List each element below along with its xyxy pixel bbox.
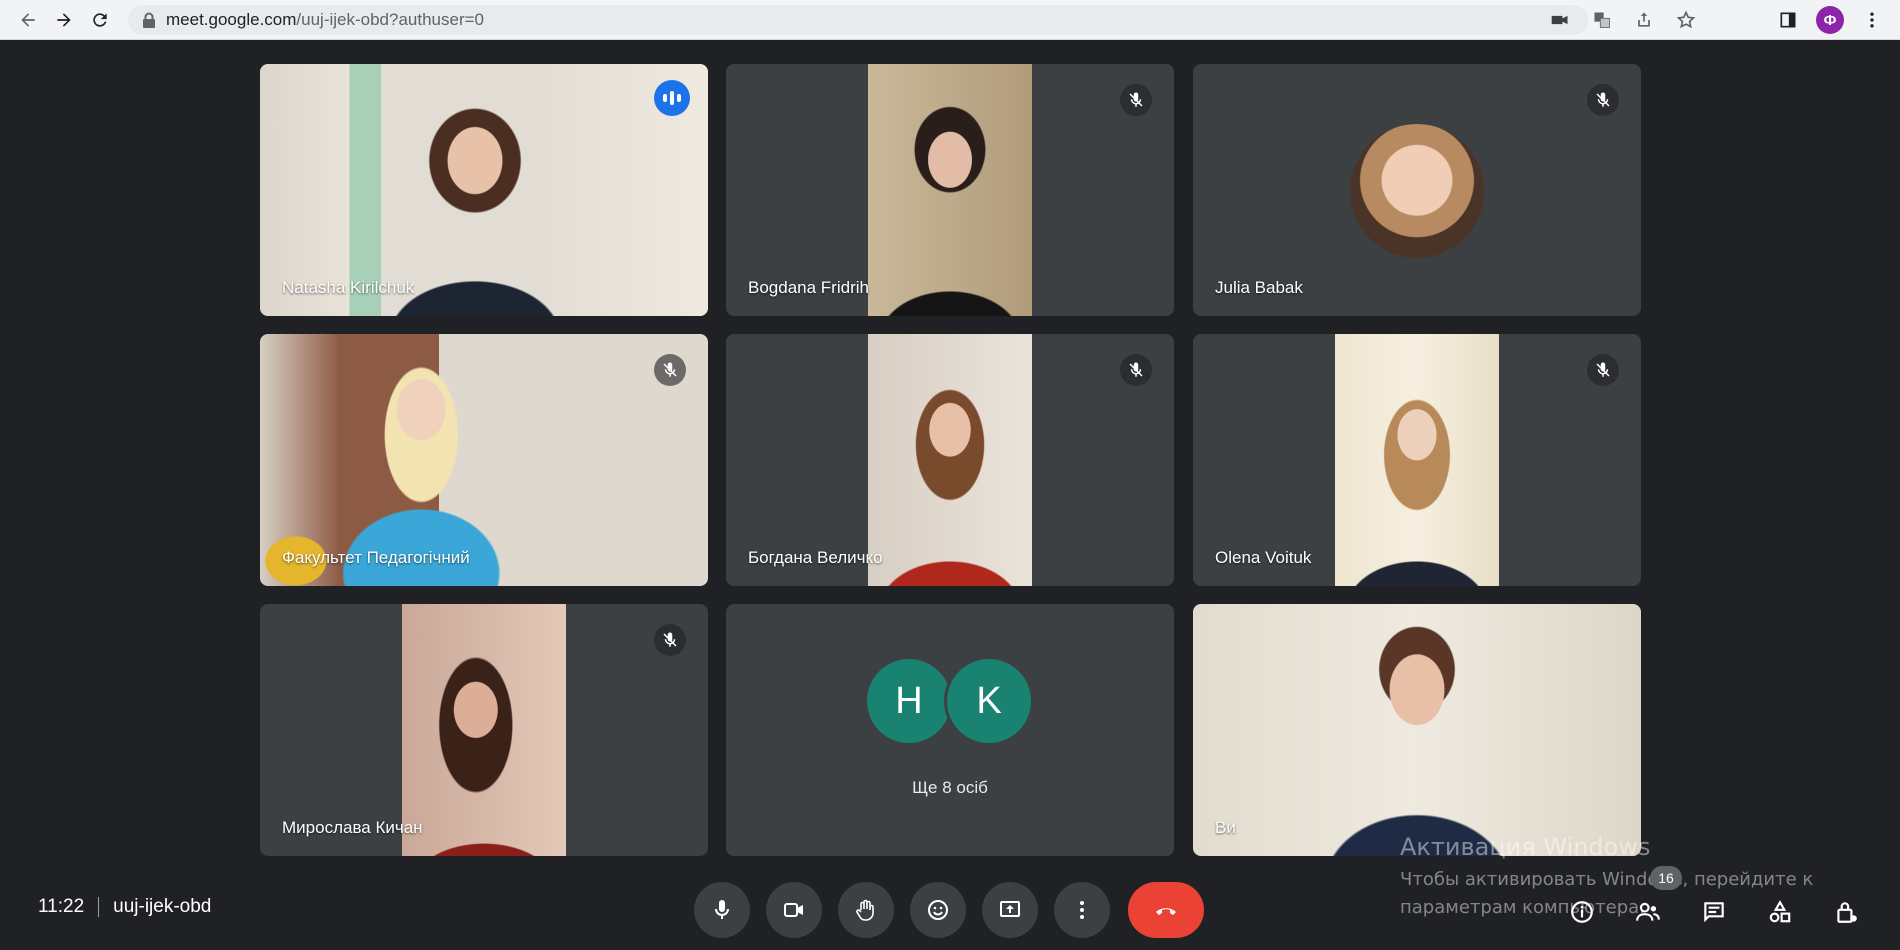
url-path: /uuj-ijek-obd?authuser=0: [296, 9, 485, 29]
windows-activation-line1: Чтобы активировать Windows, перейдите к: [1400, 869, 1814, 890]
leave-call-button[interactable]: [1128, 882, 1204, 938]
more-vert-icon: [1080, 901, 1084, 919]
participants-count-badge: 16: [1650, 866, 1682, 890]
microphone-icon: [715, 900, 729, 919]
lock-icon: [143, 12, 155, 28]
profile-avatar[interactable]: Ф: [1816, 6, 1844, 34]
translate-icon[interactable]: [1588, 4, 1616, 36]
self-view-tile[interactable]: Ви: [1193, 604, 1641, 856]
meeting-details: 11:22 uuj-ijek-obd: [38, 896, 211, 918]
bookmark-star-icon[interactable]: [1672, 4, 1700, 36]
address-bar[interactable]: meet.google.com/uuj-ijek-obd?authuser=0: [128, 4, 1588, 35]
mic-off-icon: [654, 354, 686, 386]
participant-avatar-k: K: [944, 656, 1034, 746]
participant-name: Natasha Kirilchuk: [282, 278, 415, 297]
forward-icon[interactable]: [46, 4, 82, 36]
separator: [98, 897, 100, 917]
self-video: [1193, 604, 1641, 856]
meeting-time: 11:22: [38, 896, 85, 917]
participant-name: Julia Babak: [1215, 278, 1303, 297]
people-button[interactable]: [1628, 892, 1668, 932]
participant-name: Факультет Педагогічний: [282, 548, 470, 567]
participant-name: Мирослава Кичан: [282, 818, 423, 837]
participant-tile[interactable]: Natasha Kirilchuk: [260, 64, 708, 316]
meeting-code: uuj-ijek-obd: [113, 896, 212, 917]
mic-off-icon: [1120, 84, 1152, 116]
participant-name: Olena Voituk: [1215, 548, 1312, 567]
chat-button[interactable]: [1694, 892, 1734, 932]
host-controls-button[interactable]: [1826, 892, 1866, 932]
mic-off-icon: [1587, 354, 1619, 386]
participant-name: Ви: [1215, 818, 1236, 837]
reactions-button[interactable]: [910, 882, 966, 938]
people-icon: [1636, 902, 1660, 921]
participant-tile[interactable]: Julia Babak: [1193, 64, 1641, 316]
share-icon[interactable]: [1630, 4, 1658, 36]
participant-video: [868, 334, 1032, 586]
meeting-details-button[interactable]: [1562, 892, 1602, 932]
mic-off-icon: [654, 624, 686, 656]
participant-avatar: [1350, 124, 1484, 258]
side-panel-icon[interactable]: [1774, 4, 1802, 36]
participant-tile[interactable]: Факультет Педагогічний: [260, 334, 708, 586]
participant-name: Bogdana Fridrih: [748, 278, 869, 297]
participant-video: [402, 604, 566, 856]
more-participants-tile[interactable]: H K Ще 8 осіб: [726, 604, 1174, 856]
url-host: meet.google.com: [166, 9, 297, 29]
mic-off-icon: [1120, 354, 1152, 386]
back-icon[interactable]: [10, 4, 46, 36]
info-icon: [1571, 901, 1593, 923]
participant-tile[interactable]: Мирослава Кичан: [260, 604, 708, 856]
lock-person-icon: [1837, 902, 1857, 923]
windows-activation-text: Чтобы активировать Windows, перейдите к …: [1400, 866, 1813, 922]
participant-tile[interactable]: Богдана Величко: [726, 334, 1174, 586]
camera-icon: [784, 903, 803, 917]
participant-figure: [390, 94, 560, 316]
participant-name: Богдана Величко: [748, 548, 883, 567]
raise-hand-button[interactable]: [838, 882, 894, 938]
speaking-indicator-icon: [654, 80, 690, 116]
mic-off-icon: [1587, 84, 1619, 116]
participant-avatar-h: H: [864, 656, 954, 746]
participant-video: [868, 64, 1032, 316]
camera-in-use-icon[interactable]: [1546, 4, 1574, 36]
more-participants-label: Ще 8 осіб: [912, 778, 988, 797]
activities-icon: [1769, 900, 1791, 923]
more-options-button[interactable]: [1054, 882, 1110, 938]
windows-activation-title: Активация Windows: [1400, 833, 1651, 861]
reload-icon[interactable]: [82, 4, 118, 36]
end-call-icon: [1156, 908, 1176, 915]
present-screen-button[interactable]: [982, 882, 1038, 938]
chat-icon: [1704, 902, 1724, 923]
participant-tile[interactable]: Bogdana Fridrih: [726, 64, 1174, 316]
present-icon: [1000, 901, 1020, 917]
browser-menu-icon[interactable]: [1858, 4, 1886, 36]
hand-icon: [856, 899, 874, 921]
participant-tile[interactable]: Olena Voituk: [1193, 334, 1641, 586]
participant-video: [1335, 334, 1499, 586]
browser-toolbar: meet.google.com/uuj-ijek-obd?authuser=0 …: [0, 0, 1900, 40]
activities-button[interactable]: [1760, 892, 1800, 932]
emoji-icon: [928, 900, 948, 920]
windows-activation-line2: параметрам компьютера.: [1400, 897, 1645, 918]
camera-button[interactable]: [766, 882, 822, 938]
microphone-button[interactable]: [694, 882, 750, 938]
